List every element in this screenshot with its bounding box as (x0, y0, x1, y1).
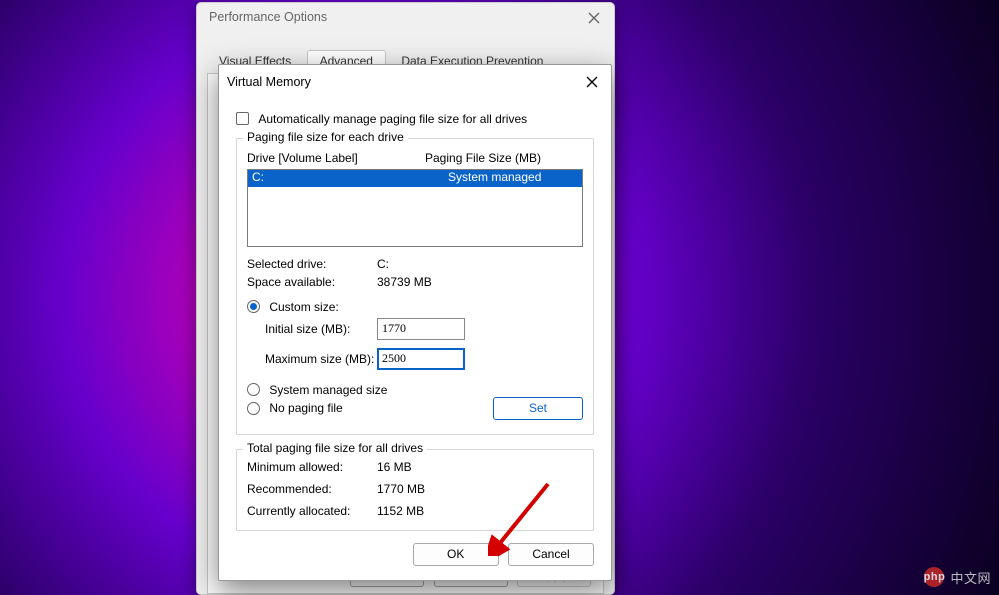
auto-manage-row: Automatically manage paging file size fo… (236, 111, 594, 126)
selected-drive-label: Selected drive: (247, 257, 326, 271)
selected-drive-value: C: (377, 257, 389, 271)
space-available-row: Space available: 38739 MB (247, 275, 583, 293)
virtual-memory-dialog: Virtual Memory Automatically manage pagi… (218, 64, 612, 581)
ok-button[interactable]: OK (413, 543, 499, 566)
system-managed-label: System managed size (269, 382, 387, 396)
recommended-label: Recommended: (247, 482, 332, 496)
minimum-label: Minimum allowed: (247, 460, 343, 474)
dialog-title: Virtual Memory (227, 75, 311, 89)
desktop-background: Performance Options Visual Effects Advan… (0, 0, 999, 595)
drive-list[interactable]: C: System managed (247, 169, 583, 247)
auto-manage-label: Automatically manage paging file size fo… (258, 112, 527, 126)
minimum-value: 16 MB (377, 460, 412, 474)
set-button[interactable]: Set (493, 397, 583, 420)
totals-group-title: Total paging file size for all drives (243, 441, 427, 455)
custom-size-radio-row: Custom size: (247, 299, 583, 314)
current-label: Currently allocated: (247, 504, 350, 518)
initial-size-label: Initial size (MB): (265, 322, 350, 336)
custom-size-radio[interactable] (247, 300, 260, 313)
no-paging-radio[interactable] (247, 402, 260, 415)
header-drive: Drive [Volume Label] (247, 151, 358, 165)
watermark-text: 中文网 (950, 568, 991, 587)
maximum-size-row: Maximum size (MB): (247, 348, 583, 374)
watermark-logo: php (924, 567, 944, 587)
initial-size-row: Initial size (MB): (247, 318, 583, 344)
window-title: Performance Options (209, 10, 327, 24)
recommended-value: 1770 MB (377, 482, 425, 496)
drive-size: System managed (448, 170, 582, 187)
watermark: php 中文网 (924, 567, 991, 587)
no-paging-row: No paging file Set (247, 400, 583, 426)
maximum-size-input[interactable] (377, 348, 465, 370)
close-icon (588, 12, 600, 24)
system-managed-radio-row: System managed size (247, 382, 583, 397)
system-managed-radio[interactable] (247, 383, 260, 396)
close-button[interactable] (580, 7, 608, 29)
dialog-body: Automatically manage paging file size fo… (236, 111, 594, 566)
current-row: Currently allocated: 1152 MB (247, 504, 583, 522)
cancel-button[interactable]: Cancel (508, 543, 594, 566)
drive-row[interactable]: C: System managed (248, 170, 582, 187)
totals-group: Total paging file size for all drives Mi… (236, 449, 594, 531)
auto-manage-checkbox[interactable] (236, 112, 249, 125)
no-paging-label: No paging file (269, 401, 342, 415)
header-size: Paging File Size (MB) (425, 151, 541, 165)
drive-list-header: Drive [Volume Label] Paging File Size (M… (247, 151, 581, 167)
space-available-label: Space available: (247, 275, 335, 289)
recommended-row: Recommended: 1770 MB (247, 482, 583, 500)
close-icon (586, 76, 598, 88)
close-button[interactable] (579, 71, 605, 93)
minimum-row: Minimum allowed: 16 MB (247, 460, 583, 478)
space-available-value: 38739 MB (377, 275, 432, 289)
initial-size-input[interactable] (377, 318, 465, 340)
dialog-button-row: OK Cancel (407, 543, 594, 566)
each-drive-group-title: Paging file size for each drive (243, 130, 408, 144)
maximum-size-label: Maximum size (MB): (265, 352, 374, 366)
selected-drive-row: Selected drive: C: (247, 257, 583, 275)
current-value: 1152 MB (377, 504, 424, 518)
each-drive-group: Paging file size for each drive Drive [V… (236, 138, 594, 436)
custom-size-label: Custom size: (269, 300, 338, 314)
drive-letter: C: (248, 170, 448, 187)
